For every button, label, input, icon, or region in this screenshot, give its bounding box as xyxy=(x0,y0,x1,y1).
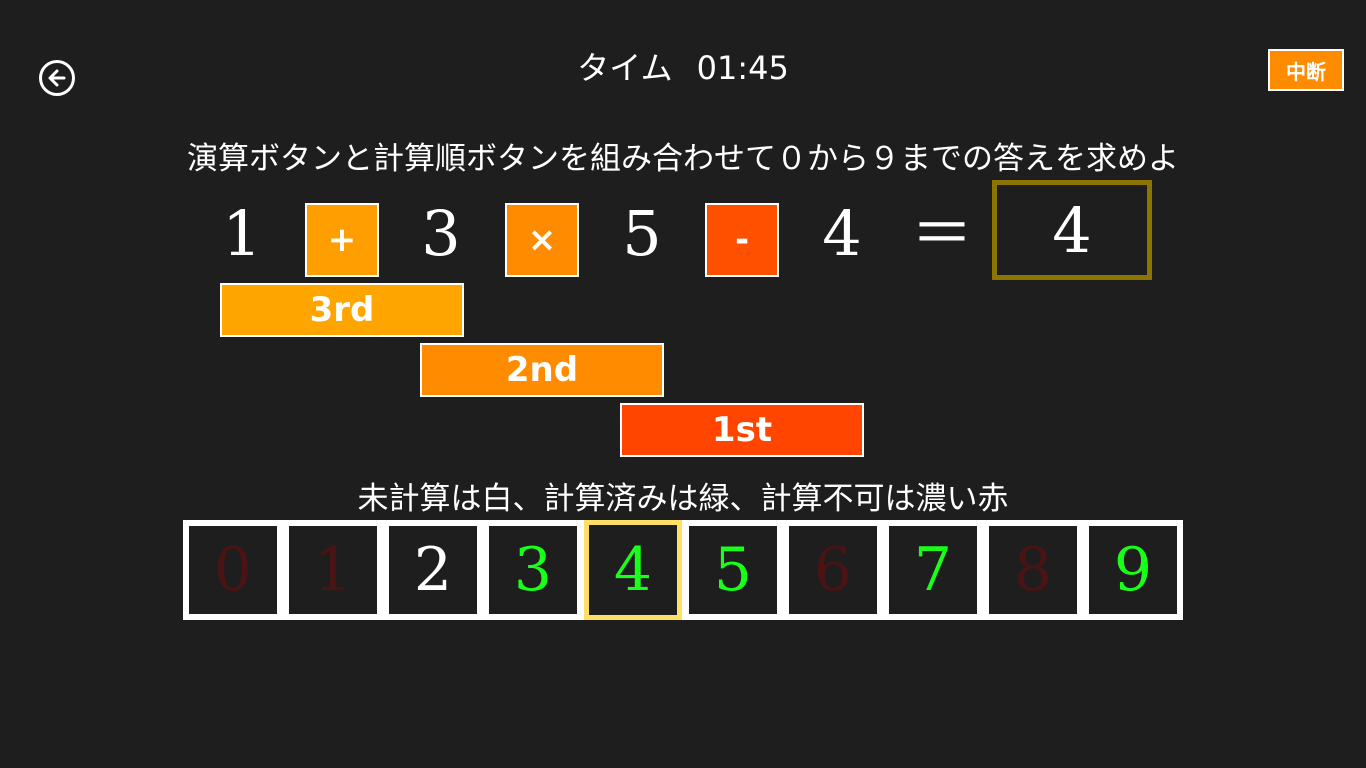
pause-button[interactable]: 中断 xyxy=(1268,49,1344,91)
operator-button-3[interactable]: - xyxy=(705,203,779,277)
digit-8[interactable]: 8 xyxy=(989,526,1077,614)
order-button-3rd[interactable]: 3rd xyxy=(220,283,464,337)
timer-label: タイム xyxy=(577,49,673,87)
operand-1: 1 xyxy=(222,197,262,270)
timer-value: 01:45 xyxy=(696,49,789,87)
operand-2: 3 xyxy=(421,197,461,270)
digit-9[interactable]: 9 xyxy=(1089,526,1177,614)
answer-box: 4 xyxy=(992,180,1152,280)
digit-3[interactable]: 3 xyxy=(489,526,577,614)
operand-4: 4 xyxy=(822,197,862,270)
operand-3: 5 xyxy=(622,197,662,270)
digit-panel: 0 1 2 3 4 5 6 7 8 9 xyxy=(183,520,1183,620)
equals-sign: ＝ xyxy=(910,197,973,270)
order-button-1st[interactable]: 1st xyxy=(620,403,864,457)
digit-7[interactable]: 7 xyxy=(889,526,977,614)
digit-4[interactable]: 4 xyxy=(584,520,682,620)
instruction-text: 演算ボタンと計算順ボタンを組み合わせて０から９までの答えを求めよ xyxy=(187,141,1179,177)
digit-5[interactable]: 5 xyxy=(689,526,777,614)
operator-button-2[interactable]: × xyxy=(505,203,579,277)
legend-text: 未計算は白、計算済みは緑、計算不可は濃い赤 xyxy=(357,481,1009,517)
digit-0[interactable]: 0 xyxy=(189,526,277,614)
operator-button-1[interactable]: + xyxy=(305,203,379,277)
digit-1[interactable]: 1 xyxy=(289,526,377,614)
order-button-2nd[interactable]: 2nd xyxy=(420,343,664,397)
answer-value: 4 xyxy=(1052,193,1092,267)
timer: タイム 01:45 xyxy=(0,46,1366,90)
game-screen: タイム 01:45 中断 演算ボタンと計算順ボタンを組み合わせて０から９までの答え… xyxy=(0,0,1366,768)
digit-6[interactable]: 6 xyxy=(789,526,877,614)
digit-2[interactable]: 2 xyxy=(389,526,477,614)
